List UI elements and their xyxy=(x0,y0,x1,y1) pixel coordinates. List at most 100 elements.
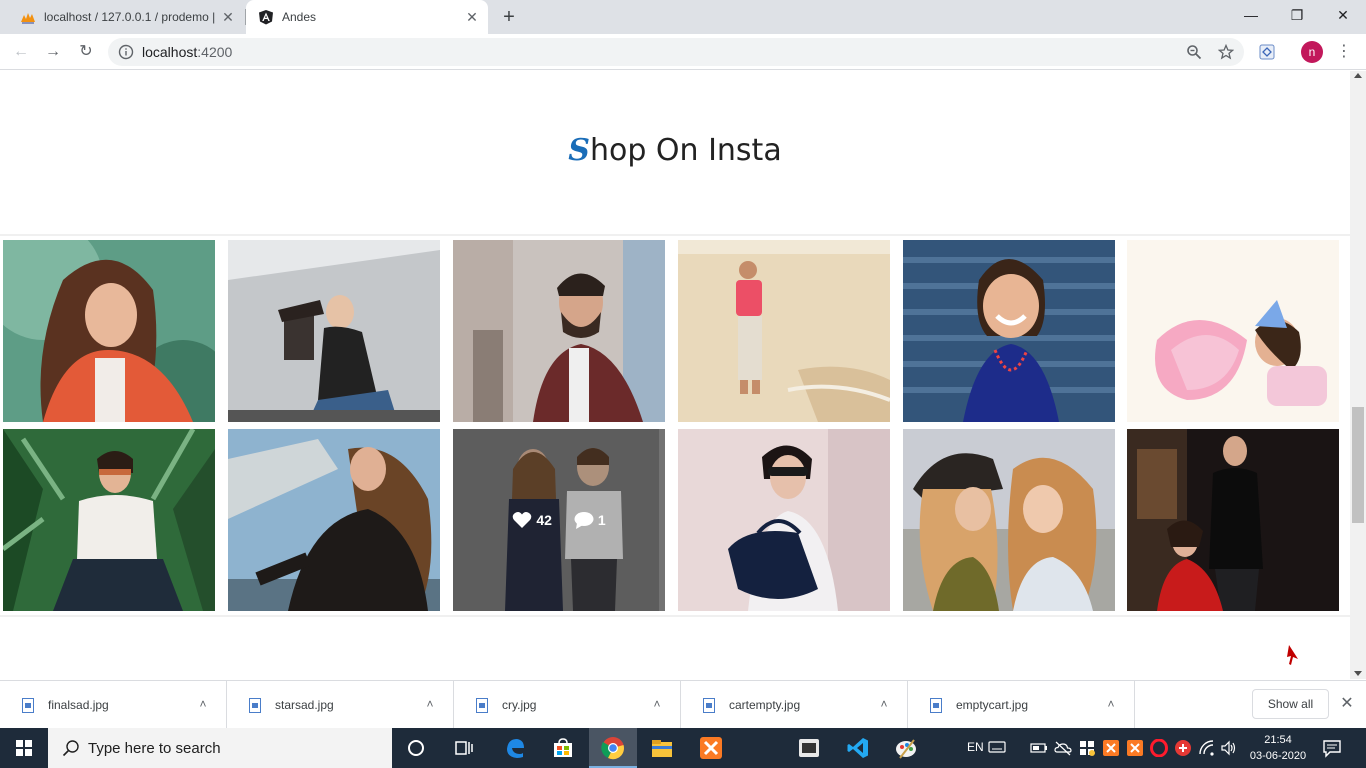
insta-photo-tile[interactable] xyxy=(228,240,440,422)
close-tab-icon[interactable]: ✕ xyxy=(464,9,480,25)
download-bar: finalsad.jpg ˄ starsad.jpg ˄ cry.jpg ˄ c… xyxy=(0,680,1366,729)
show-all-button[interactable]: Show all xyxy=(1252,689,1329,719)
page-scrollbar[interactable] xyxy=(1350,71,1366,679)
insta-photo-tile[interactable] xyxy=(228,429,440,611)
page-viewport: Shop On Insta 42 1 xyxy=(0,71,1350,679)
tab-andes[interactable]: Andes ✕ xyxy=(246,0,488,34)
insta-photo-tile[interactable] xyxy=(903,240,1115,422)
chevron-up-icon[interactable]: ˄ xyxy=(1104,697,1118,711)
xampp-tray-icon[interactable] xyxy=(1102,739,1120,757)
likes-count: 42 xyxy=(536,512,552,528)
insta-photo-tile[interactable] xyxy=(3,429,215,611)
photo-woman-current-mood-shirt xyxy=(3,429,215,611)
download-item[interactable]: cry.jpg ˄ xyxy=(454,681,681,729)
gallery-border-top xyxy=(0,234,1350,236)
image-file-icon xyxy=(249,697,261,713)
info-icon[interactable] xyxy=(118,44,134,60)
photo-woman-handbag xyxy=(678,429,890,611)
file-explorer-icon[interactable] xyxy=(650,736,674,760)
opera-icon[interactable] xyxy=(1150,739,1168,757)
address-bar[interactable]: localhost:4200 xyxy=(108,38,1244,66)
taskbar-clock[interactable]: 21:54 03-06-2020 xyxy=(1248,732,1308,764)
cortana-icon[interactable] xyxy=(404,736,428,760)
download-filename: cartempty.jpg xyxy=(729,698,801,712)
insta-photo-tile[interactable] xyxy=(678,429,890,611)
onedrive-icon[interactable] xyxy=(1054,739,1072,757)
reload-icon[interactable]: ↻ xyxy=(74,40,98,64)
wifi-icon[interactable] xyxy=(1198,739,1216,757)
vscode-icon[interactable] xyxy=(846,736,870,760)
new-tab-button[interactable]: + xyxy=(498,6,520,28)
download-item[interactable]: emptycart.jpg ˄ xyxy=(908,681,1135,729)
image-file-icon xyxy=(22,697,34,713)
language-indicator[interactable]: EN xyxy=(967,740,984,754)
insta-photo-tile[interactable] xyxy=(1127,240,1339,422)
chevron-up-icon[interactable]: ˄ xyxy=(650,697,664,711)
store-icon[interactable] xyxy=(551,736,575,760)
comment-bubble-icon xyxy=(574,512,594,529)
comments-stat: 1 xyxy=(574,511,606,529)
minimize-icon[interactable]: — xyxy=(1228,0,1274,30)
scrollbar-thumb[interactable] xyxy=(1352,407,1364,523)
extension-icon[interactable] xyxy=(1259,44,1275,60)
xampp-tray-icon-2[interactable] xyxy=(1126,739,1144,757)
back-arrow-icon[interactable]: ← xyxy=(9,40,33,64)
zoom-icon[interactable] xyxy=(1186,44,1202,60)
taskbar-search-input[interactable]: Type here to search xyxy=(48,728,392,768)
title-text: hop On Insta xyxy=(589,133,782,168)
gallery-border-bottom xyxy=(0,615,1350,617)
xampp-icon[interactable] xyxy=(699,736,723,760)
edge-icon[interactable] xyxy=(503,736,527,760)
chevron-up-icon[interactable]: ˄ xyxy=(196,697,210,711)
scroll-up-icon[interactable] xyxy=(1354,73,1362,78)
download-item[interactable]: finalsad.jpg ˄ xyxy=(0,681,227,729)
windows-start-icon[interactable] xyxy=(0,728,48,768)
image-file-icon xyxy=(703,697,715,713)
search-icon xyxy=(62,740,79,757)
photo-girl-pink-tutu xyxy=(1127,240,1339,422)
url-text: localhost:4200 xyxy=(142,38,232,66)
download-filename: starsad.jpg xyxy=(275,698,334,712)
forward-arrow-icon[interactable]: → xyxy=(41,40,65,64)
scroll-down-icon[interactable] xyxy=(1354,671,1362,676)
notifications-icon[interactable] xyxy=(1322,738,1342,758)
battery-icon[interactable] xyxy=(1030,739,1048,757)
chrome-icon[interactable] xyxy=(601,736,625,760)
task-view-icon[interactable] xyxy=(452,736,476,760)
profile-avatar[interactable]: n xyxy=(1301,41,1323,63)
paint-icon[interactable] xyxy=(894,736,918,760)
app-icon[interactable] xyxy=(797,736,821,760)
volume-icon[interactable] xyxy=(1220,739,1238,757)
download-item[interactable]: cartempty.jpg ˄ xyxy=(681,681,908,729)
phpmyadmin-icon xyxy=(21,13,35,24)
insta-photo-tile[interactable] xyxy=(453,240,665,422)
windows-taskbar: Type here to search EN 21:54 03-06-2020 xyxy=(0,728,1366,768)
close-tab-icon[interactable]: ✕ xyxy=(220,9,236,25)
image-file-icon xyxy=(476,697,488,713)
tab-strip: localhost / 127.0.0.1 / prodemo | ✕ Ande… xyxy=(0,0,1366,34)
heart-icon xyxy=(513,512,532,528)
keyboard-icon[interactable] xyxy=(988,738,1006,756)
insta-photo-tile[interactable] xyxy=(1127,429,1339,611)
url-port: :4200 xyxy=(197,44,233,60)
close-window-icon[interactable]: ✕ xyxy=(1320,0,1366,30)
tab-phpmyadmin[interactable]: localhost / 127.0.0.1 / prodemo | ✕ xyxy=(8,0,244,34)
photo-man-beach-walk xyxy=(678,240,890,422)
chevron-up-icon[interactable]: ˄ xyxy=(423,697,437,711)
download-item[interactable]: starsad.jpg ˄ xyxy=(227,681,454,729)
restore-icon[interactable]: ❐ xyxy=(1274,0,1320,30)
insta-photo-tile-hovered[interactable]: 42 1 xyxy=(453,429,665,611)
insta-photo-tile[interactable] xyxy=(3,240,215,422)
insta-photo-tile[interactable] xyxy=(903,429,1115,611)
defender-icon[interactable] xyxy=(1078,739,1096,757)
comments-count: 1 xyxy=(597,512,606,528)
chevron-up-icon[interactable]: ˄ xyxy=(877,697,891,711)
photo-two-women-laughing xyxy=(903,429,1115,611)
mouse-cursor-icon xyxy=(1287,645,1298,665)
close-download-bar-icon[interactable]: ✕ xyxy=(1338,695,1356,713)
app-tray-icon[interactable] xyxy=(1174,739,1192,757)
photo-hover-overlay: 42 1 xyxy=(453,429,665,611)
insta-photo-tile[interactable] xyxy=(678,240,890,422)
menu-dots-icon[interactable]: ⋮ xyxy=(1336,40,1352,64)
bookmark-star-icon[interactable] xyxy=(1218,44,1234,60)
